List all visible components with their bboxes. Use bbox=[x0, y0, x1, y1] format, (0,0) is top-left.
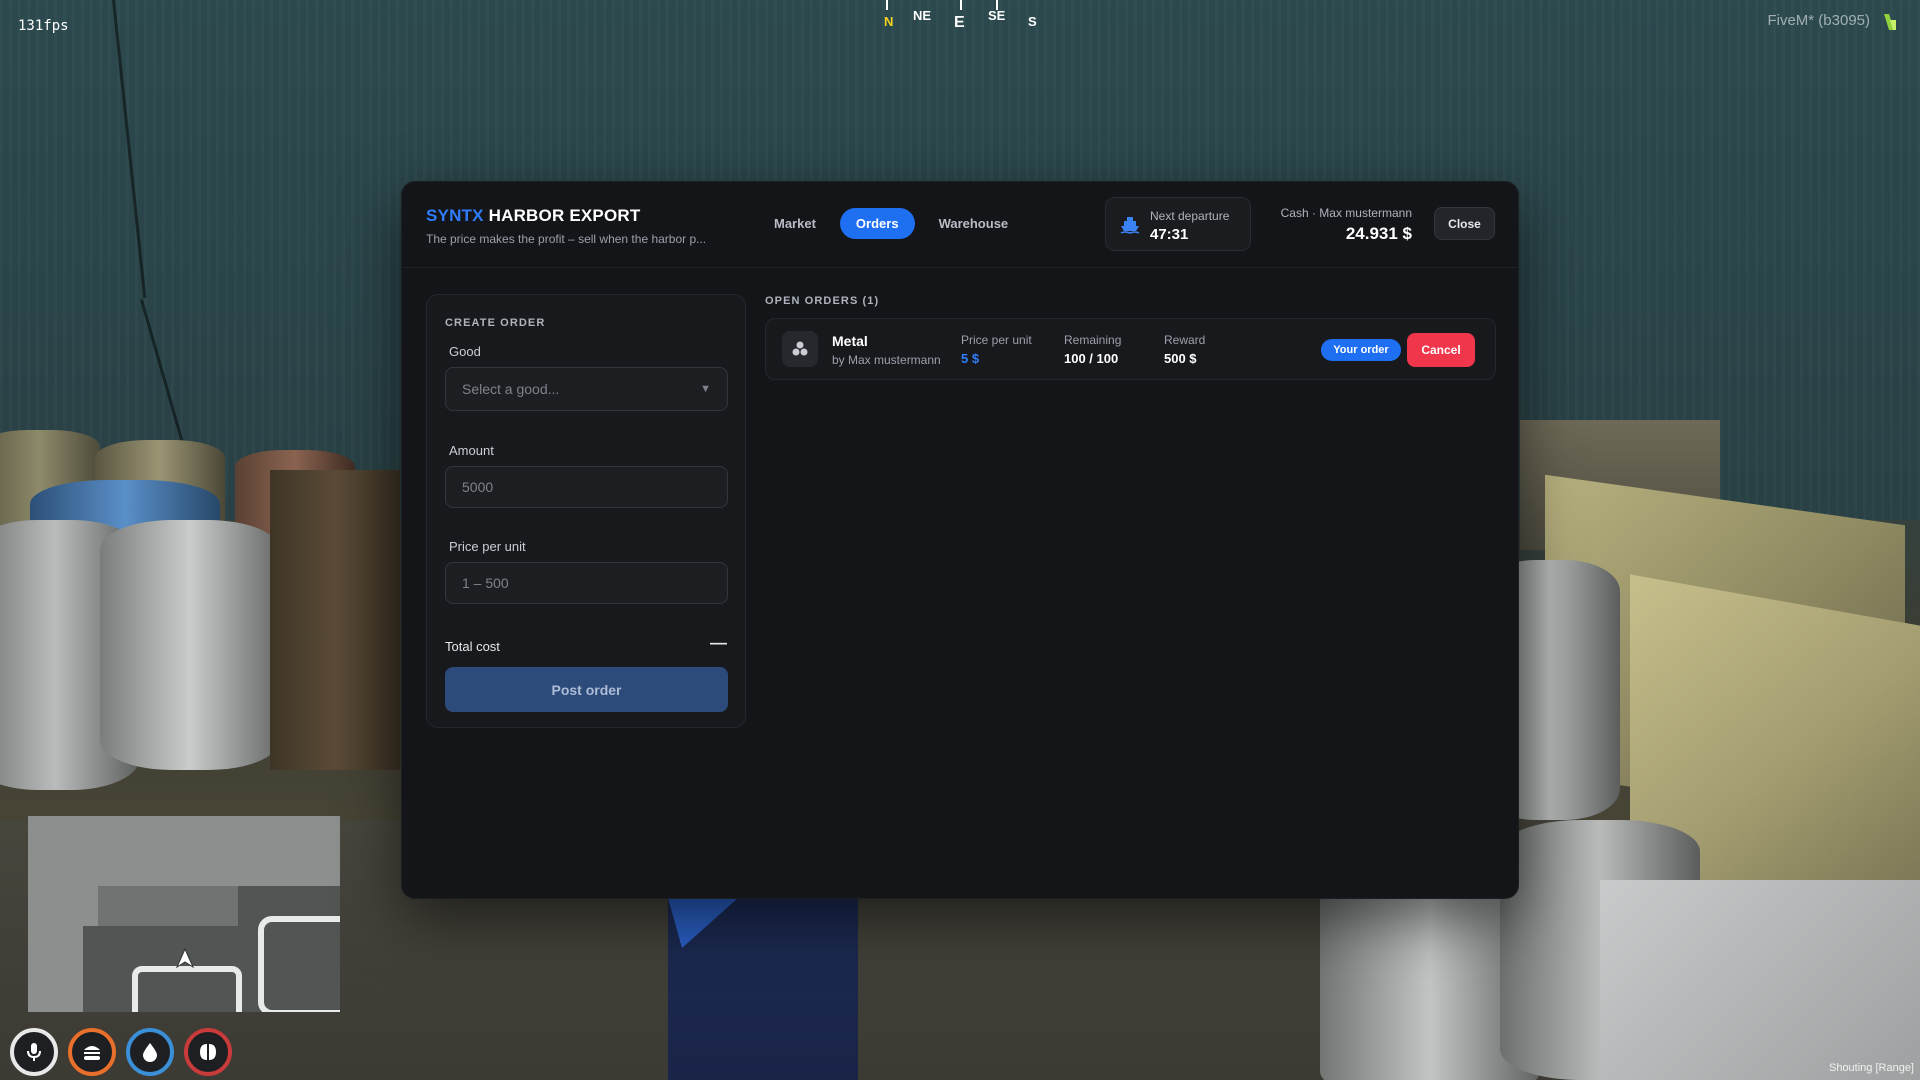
minimap-road-outline bbox=[132, 966, 242, 1012]
minimap-road-outline bbox=[258, 916, 340, 1012]
ship-icon bbox=[1120, 217, 1140, 234]
cash-display: Cash · Max mustermann 24.931 $ bbox=[1262, 206, 1412, 244]
total-cost-value: — bbox=[710, 633, 727, 652]
microphone-icon bbox=[10, 1028, 58, 1076]
order-remaining-label: Remaining bbox=[1064, 333, 1122, 347]
amount-label: Amount bbox=[449, 443, 494, 458]
food-icon bbox=[68, 1028, 116, 1076]
panel-header: SYNTX HARBOR EXPORT The price makes the … bbox=[402, 182, 1518, 268]
metal-good-icon bbox=[782, 331, 818, 367]
cancel-order-button[interactable]: Cancel bbox=[1407, 333, 1475, 367]
player-arrow-icon bbox=[176, 948, 194, 968]
compass: N NE E SE S bbox=[880, 0, 1040, 34]
good-select-placeholder: Select a good... bbox=[462, 381, 560, 397]
compass-tick bbox=[960, 0, 962, 10]
total-cost-label: Total cost bbox=[445, 639, 500, 654]
compass-tick bbox=[886, 0, 888, 10]
app-tagline: The price makes the profit – sell when t… bbox=[426, 232, 707, 246]
amount-input[interactable]: 5000 bbox=[445, 466, 728, 508]
post-order-button[interactable]: Post order bbox=[445, 667, 728, 712]
order-good-name: Metal bbox=[832, 333, 868, 349]
price-label: Price per unit bbox=[449, 539, 526, 554]
stress-icon bbox=[184, 1028, 232, 1076]
good-select[interactable]: Select a good... ▼ bbox=[445, 367, 728, 411]
compass-se: SE bbox=[988, 8, 1006, 23]
brand-accent: SYNTX bbox=[426, 206, 484, 225]
tab-market[interactable]: Market bbox=[758, 208, 832, 239]
order-price-column: Price per unit 5 $ bbox=[961, 333, 1032, 366]
brand-name: HARBOR EXPORT bbox=[488, 206, 641, 225]
order-price-label: Price per unit bbox=[961, 333, 1032, 347]
amount-placeholder: 5000 bbox=[462, 479, 494, 495]
tab-bar: Market Orders Warehouse bbox=[758, 208, 1024, 239]
order-reward-column: Reward 500 $ bbox=[1164, 333, 1205, 366]
minimap[interactable] bbox=[28, 816, 340, 1012]
cash-value: 24.931 $ bbox=[1345, 224, 1412, 243]
open-orders-title: OPEN ORDERS (1) bbox=[765, 295, 880, 307]
cash-label: Cash · Max mustermann bbox=[1280, 206, 1412, 220]
harbor-export-panel: SYNTX HARBOR EXPORT The price makes the … bbox=[401, 181, 1519, 899]
fps-counter: 131fps bbox=[18, 18, 69, 34]
order-remaining-value: 100 / 100 bbox=[1064, 351, 1119, 366]
next-departure-card: Next departure 47:31 bbox=[1105, 197, 1251, 251]
background-crate bbox=[270, 470, 400, 770]
compass-ne: NE bbox=[913, 8, 932, 23]
status-bar bbox=[10, 1028, 232, 1076]
order-price-value: 5 $ bbox=[961, 351, 980, 366]
create-order-card: CREATE ORDER Good Select a good... ▼ Amo… bbox=[426, 294, 746, 728]
voice-mode-label: Shouting [Range] bbox=[1828, 1062, 1914, 1074]
background-barrel bbox=[100, 520, 280, 770]
departure-label: Next departure bbox=[1150, 209, 1230, 223]
compass-e: E bbox=[954, 14, 965, 31]
your-order-badge: Your order bbox=[1321, 339, 1401, 361]
price-input[interactable]: 1 – 500 bbox=[445, 562, 728, 604]
order-owner: by Max mustermann bbox=[832, 353, 941, 367]
client-version: FiveM* (b3095) bbox=[1767, 12, 1870, 29]
fivem-logo-icon bbox=[1884, 14, 1896, 30]
order-reward-value: 500 $ bbox=[1164, 351, 1197, 366]
good-label: Good bbox=[449, 344, 481, 359]
compass-s: S bbox=[1028, 14, 1037, 29]
price-placeholder: 1 – 500 bbox=[462, 575, 509, 591]
tab-orders[interactable]: Orders bbox=[839, 208, 915, 239]
close-button[interactable]: Close bbox=[1434, 207, 1495, 240]
create-order-title: CREATE ORDER bbox=[445, 317, 546, 329]
order-reward-label: Reward bbox=[1164, 333, 1206, 347]
tab-warehouse[interactable]: Warehouse bbox=[923, 208, 1025, 239]
order-remaining-column: Remaining 100 / 100 bbox=[1064, 333, 1121, 366]
chevron-down-icon: ▼ bbox=[700, 383, 711, 395]
background-crate bbox=[1600, 880, 1920, 1080]
compass-n: N bbox=[884, 14, 894, 29]
app-title: SYNTX HARBOR EXPORT bbox=[426, 206, 640, 226]
departure-timer: 47:31 bbox=[1150, 226, 1189, 243]
water-icon bbox=[126, 1028, 174, 1076]
order-row: Metal by Max mustermann Price per unit 5… bbox=[765, 318, 1496, 380]
